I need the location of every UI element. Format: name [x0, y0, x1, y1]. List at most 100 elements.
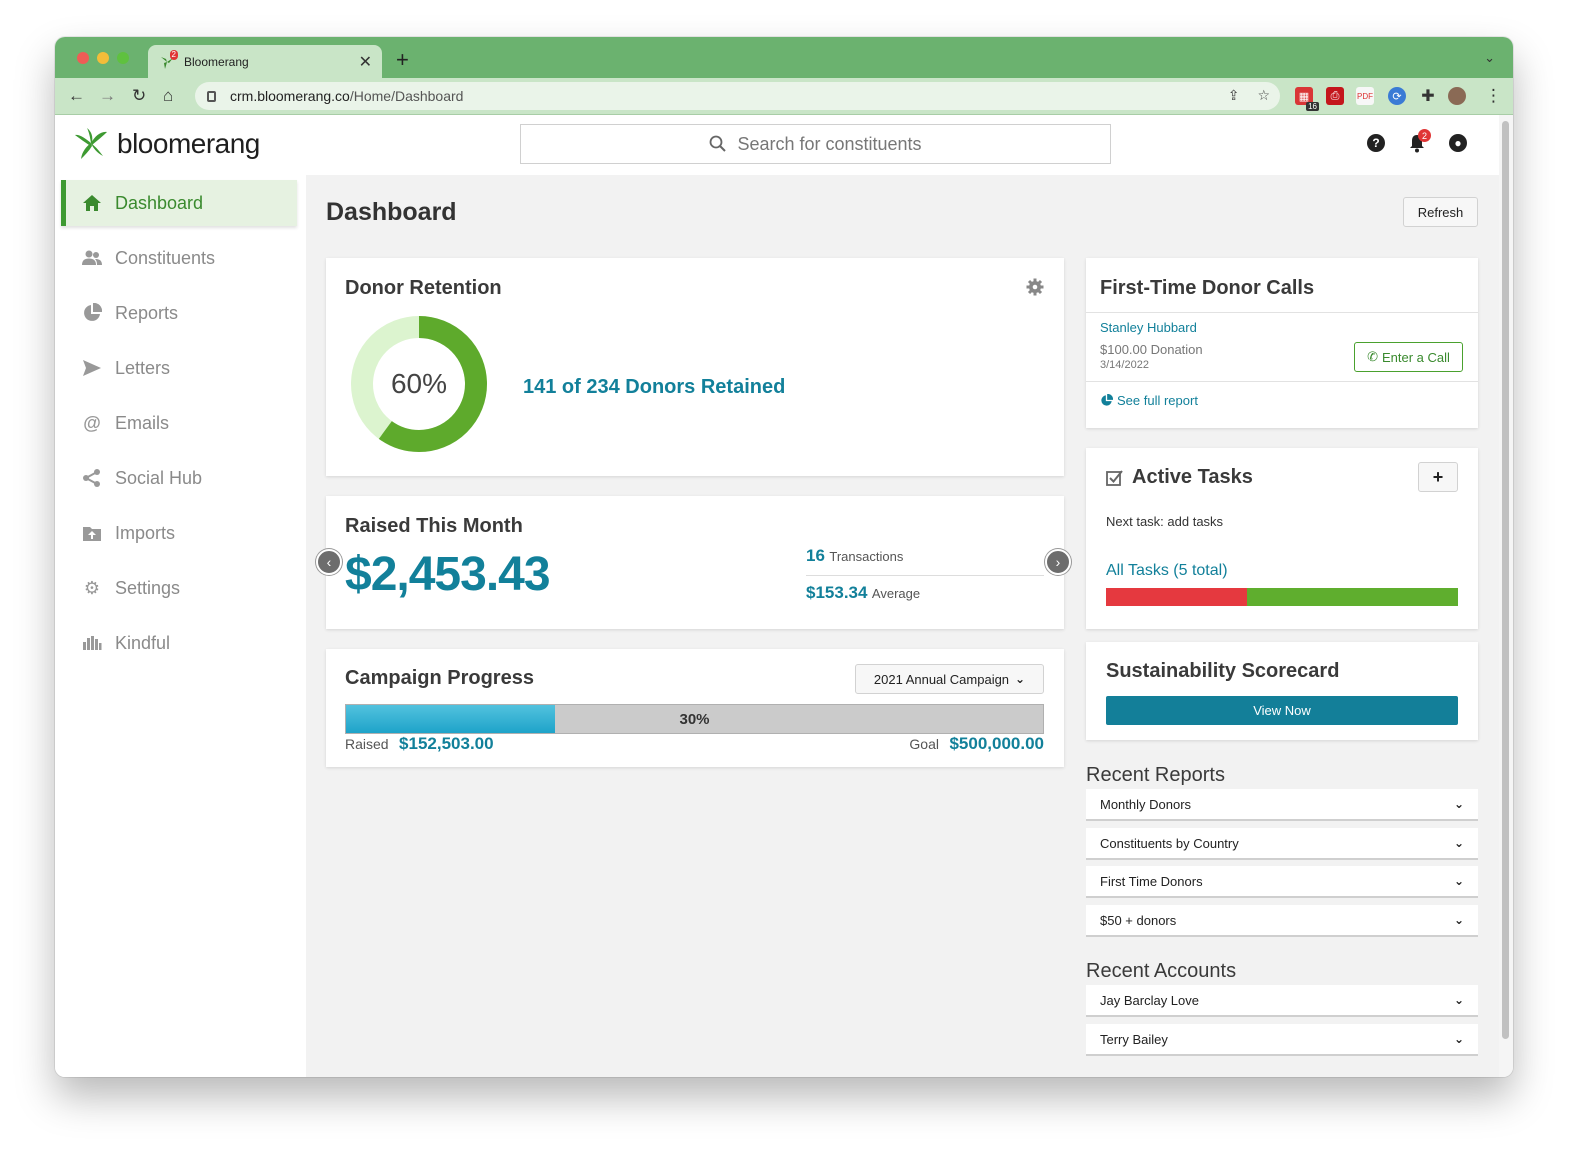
chevron-down-icon[interactable]: ⌄ — [1454, 874, 1464, 888]
chevron-down-icon[interactable]: ⌄ — [1454, 913, 1464, 927]
see-full-report-link[interactable]: See full report — [1100, 393, 1198, 408]
new-tab-button[interactable]: + — [396, 49, 409, 71]
sidebar-item-label: Social Hub — [115, 467, 203, 488]
previous-arrow-icon[interactable]: ‹ — [316, 549, 342, 575]
tab-search-chevron-icon[interactable]: ⌄ — [1484, 50, 1495, 66]
sidebar-item-dashboard[interactable]: Dashboard — [61, 180, 297, 226]
reload-icon[interactable]: ↻ — [132, 86, 146, 106]
page-scrollbar[interactable] — [1499, 115, 1513, 1077]
sidebar-item-kindful[interactable]: Kindful — [61, 620, 297, 666]
people-icon — [81, 250, 103, 266]
home-icon[interactable]: ⌂ — [163, 86, 173, 106]
sidebar-item-label: Letters — [115, 357, 171, 378]
pdf-tool-extension-icon[interactable]: PDF — [1356, 87, 1374, 105]
sustainability-scorecard-card: Sustainability Scorecard View Now — [1086, 642, 1478, 740]
donors-retained-text[interactable]: 141 of 234 Donors Retained — [523, 376, 785, 399]
gear-icon[interactable] — [1026, 278, 1044, 296]
account-name: Jay Barclay Love — [1100, 992, 1199, 1008]
sidebar-item-settings[interactable]: ⚙ Settings — [61, 565, 297, 611]
donation-date: 3/14/2022 — [1100, 359, 1149, 371]
recent-report-item[interactable]: $50 + donors ⌄ — [1086, 905, 1478, 937]
scrollbar-thumb[interactable] — [1502, 121, 1509, 1039]
refresh-extension-icon[interactable]: ⟳ — [1388, 87, 1406, 105]
goal-value: $500,000.00 — [949, 734, 1044, 753]
at-icon: @ — [83, 412, 101, 433]
checkbox-checked-icon — [1106, 469, 1123, 486]
tab-strip: 2 Bloomerang ✕ + ⌄ — [55, 37, 1513, 78]
back-arrow-icon[interactable]: ← — [68, 86, 85, 106]
pie-chart-icon — [81, 303, 103, 323]
app-header: bloomerang Search for constituents ? 2 ● — [55, 115, 1499, 175]
search-placeholder: Search for constituents — [737, 133, 922, 154]
minimize-window-button[interactable] — [97, 52, 109, 64]
raised-this-month-card: Raised This Month $2,453.43 16 Transacti… — [326, 496, 1064, 629]
pdf-extension-icon[interactable]: ⎙ — [1326, 87, 1344, 105]
browser-tab[interactable]: 2 Bloomerang ✕ — [148, 45, 382, 78]
raised-value: $152,503.00 — [399, 734, 494, 753]
refresh-button[interactable]: Refresh — [1403, 197, 1478, 227]
sidebar-item-imports[interactable]: Imports — [61, 510, 297, 556]
recent-account-item[interactable]: Jay Barclay Love ⌄ — [1086, 985, 1478, 1017]
bloomerang-logo[interactable]: bloomerang — [73, 126, 260, 162]
pie-chart-icon — [1101, 394, 1113, 406]
close-tab-icon[interactable]: ✕ — [359, 52, 372, 72]
sidebar-item-label: Reports — [115, 302, 179, 323]
see-full-report-label: See full report — [1117, 393, 1198, 408]
close-window-button[interactable] — [77, 52, 89, 64]
active-tasks-card: Active Tasks + Next task: add tasks All … — [1086, 448, 1478, 629]
card-title: Donor Retention — [345, 277, 502, 299]
folder-upload-icon — [81, 524, 103, 542]
sidebar-item-reports[interactable]: Reports — [61, 290, 297, 336]
active-tasks-heading: Active Tasks — [1106, 466, 1253, 489]
tasks-status-bar — [1106, 588, 1458, 606]
donor-retention-card: Donor Retention 60% 141 of 234 Donors Re… — [326, 258, 1064, 476]
forward-arrow-icon[interactable]: → — [99, 86, 116, 106]
campaign-select[interactable]: 2021 Annual Campaign ⌄ — [855, 664, 1044, 694]
report-name: Constituents by Country — [1100, 835, 1239, 851]
donor-name-link[interactable]: Stanley Hubbard — [1100, 320, 1197, 335]
share-icon[interactable]: ⇪ — [1228, 87, 1240, 104]
chevron-down-icon[interactable]: ⌄ — [1454, 993, 1464, 1007]
card-title: Sustainability Scorecard — [1106, 660, 1340, 682]
browser-toolbar: ← → ↻ ⌂ crm.bloomerang.co/Home/Dashboard… — [55, 78, 1513, 115]
browser-window: 2 Bloomerang ✕ + ⌄ ← → ↻ ⌂ crm.bloomeran… — [55, 37, 1513, 1077]
share-icon — [81, 468, 103, 488]
browser-menu-icon[interactable]: ⋮ — [1485, 86, 1502, 106]
recent-report-item[interactable]: Monthly Donors ⌄ — [1086, 789, 1478, 821]
divider — [1086, 312, 1478, 313]
report-name: First Time Donors — [1100, 873, 1203, 889]
chevron-down-icon[interactable]: ⌄ — [1454, 797, 1464, 811]
all-tasks-link[interactable]: All Tasks (5 total) — [1106, 562, 1228, 580]
profile-avatar[interactable] — [1448, 87, 1466, 105]
progress-percent: 30% — [679, 710, 710, 728]
report-name: $50 + donors — [1100, 912, 1177, 928]
campaign-progress-bar: 30% — [345, 704, 1044, 734]
constituent-search-input[interactable]: Search for constituents — [520, 124, 1111, 164]
view-now-button[interactable]: View Now — [1106, 696, 1458, 725]
recent-report-item[interactable]: First Time Donors ⌄ — [1086, 866, 1478, 898]
sidebar-item-social-hub[interactable]: Social Hub — [61, 455, 297, 501]
address-bar[interactable]: crm.bloomerang.co/Home/Dashboard ⇪ ☆ — [195, 82, 1280, 110]
sidebar-item-emails[interactable]: @ Emails — [61, 400, 297, 446]
help-icon[interactable]: ? — [1367, 134, 1385, 152]
next-arrow-icon[interactable]: › — [1045, 549, 1071, 575]
calendar-extension-icon[interactable]: ▦ 16 — [1295, 87, 1319, 111]
enter-call-button[interactable]: ✆ Enter a Call — [1354, 342, 1463, 372]
recent-accounts-heading: Recent Accounts — [1086, 960, 1237, 982]
add-task-button[interactable]: + — [1418, 462, 1458, 492]
recent-report-item[interactable]: Constituents by Country ⌄ — [1086, 828, 1478, 860]
tab-badge: 2 — [169, 49, 178, 60]
page-title: Dashboard — [326, 198, 457, 226]
chevron-down-icon[interactable]: ⌄ — [1454, 1032, 1464, 1046]
sidebar-item-constituents[interactable]: Constituents — [61, 235, 297, 281]
tasks-ontime-segment — [1246, 588, 1458, 606]
maximize-window-button[interactable] — [117, 52, 129, 64]
user-account-icon[interactable]: ● — [1449, 134, 1467, 152]
search-icon — [710, 135, 727, 152]
chevron-down-icon[interactable]: ⌄ — [1454, 836, 1464, 850]
recent-account-item[interactable]: Terry Bailey ⌄ — [1086, 1024, 1478, 1056]
bookmark-star-icon[interactable]: ☆ — [1257, 87, 1270, 104]
sidebar-item-letters[interactable]: Letters — [61, 345, 297, 391]
puzzle-extensions-icon[interactable]: ✚ — [1419, 87, 1437, 105]
gear-icon: ⚙ — [83, 577, 101, 598]
